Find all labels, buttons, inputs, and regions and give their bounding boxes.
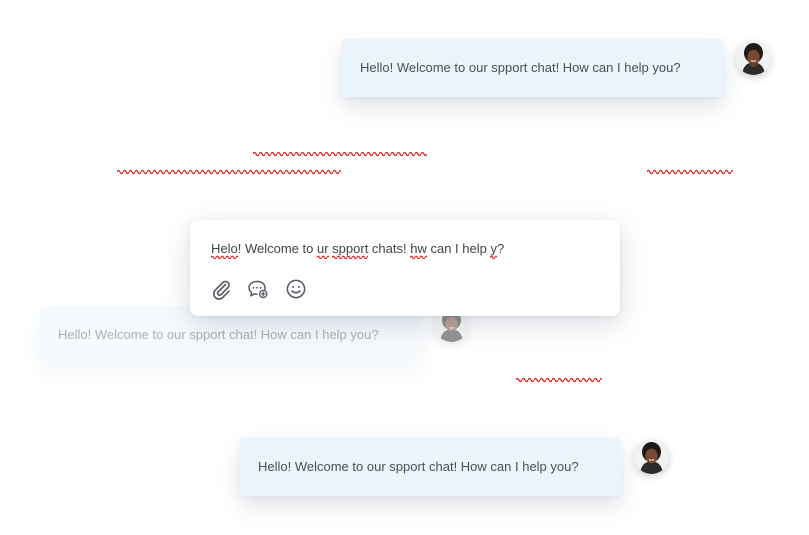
- chat-message-text: Hello! Welcome to our spport chat! How c…: [360, 60, 681, 75]
- chat-message-text: Hello! Welcome to our spport chat! How c…: [58, 327, 379, 342]
- composer-text-segment: chats!: [368, 241, 411, 256]
- misspelled-word[interactable]: spport: [332, 241, 369, 259]
- spellcheck-underline: [647, 168, 733, 174]
- misspelled-word[interactable]: hw: [410, 241, 427, 259]
- composer-text-segment: can I help: [426, 241, 491, 256]
- chat-message-bubble: Hello! Welcome to our spport chat! How c…: [342, 39, 723, 97]
- emoji-button[interactable]: [285, 278, 307, 300]
- paperclip-icon: [212, 280, 230, 300]
- agent-avatar: [736, 40, 771, 75]
- spellcheck-underline: [253, 150, 427, 156]
- composer-text-segment: ! Welcome to: [237, 241, 317, 256]
- message-input[interactable]: Helo! Welcome to ur spport chats! hw can…: [211, 241, 505, 259]
- message-composer[interactable]: Helo! Welcome to ur spport chats! hw can…: [190, 220, 620, 316]
- smiley-icon: [286, 279, 306, 299]
- agent-avatar: [634, 439, 669, 474]
- spellcheck-underline: [117, 168, 341, 174]
- misspelled-word[interactable]: ur: [316, 241, 329, 259]
- composer-text-segment: ?: [496, 241, 505, 256]
- spellcheck-underline: [516, 376, 602, 382]
- chat-message-text: Hello! Welcome to our spport chat! How c…: [258, 459, 579, 474]
- quick-reply-button[interactable]: [247, 278, 269, 300]
- misspelled-word[interactable]: Helo: [211, 241, 238, 259]
- chat-add-icon: [248, 280, 268, 299]
- chat-message-bubble: Hello! Welcome to our spport chat! How c…: [240, 438, 621, 496]
- attach-button[interactable]: [210, 278, 232, 300]
